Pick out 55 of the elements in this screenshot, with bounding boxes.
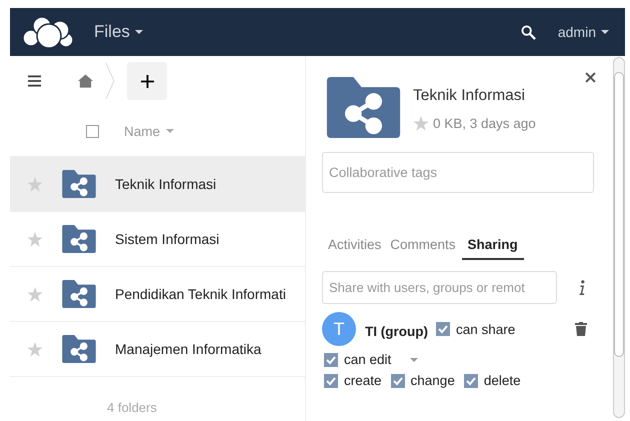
caret-icon[interactable] [410,358,418,362]
star-icon[interactable] [27,342,43,356]
star-icon[interactable] [27,232,43,246]
caret-icon [134,30,143,34]
folder-count: 4 folders [107,400,158,415]
shared-folder-icon [62,335,96,363]
file-title: Teknik Informasi [413,87,526,105]
file-name[interactable]: Manajemen Informatika [115,341,262,357]
shared-folder-icon [62,225,96,253]
app-menu[interactable]: Files [94,22,143,42]
select-all-checkbox[interactable] [86,124,99,138]
shared-folder-icon [62,280,96,308]
file-meta: 0 KB, 3 days ago [433,116,536,131]
shared-folder-icon [62,170,96,198]
tags-field[interactable]: Collaborative tags [322,152,594,193]
checkbox[interactable] [324,352,338,366]
permission-label: can edit [344,352,392,367]
file-row[interactable]: Manajemen Informatika [10,322,305,377]
permission-label: can share [456,322,516,336]
close-icon[interactable] [585,72,596,83]
star-icon[interactable] [27,176,43,192]
user-menu[interactable]: admin [558,24,609,40]
scrollbar[interactable] [613,57,625,418]
trash-icon[interactable] [575,322,587,336]
star-icon[interactable] [27,286,43,302]
checkbox[interactable] [390,374,405,388]
file-name[interactable]: Pendidikan Teknik Informati [115,286,286,302]
share-recipient: TI (group) [365,324,428,338]
permission-label: change [410,373,455,388]
home-icon[interactable] [78,74,93,88]
permission-label: create [344,373,382,388]
avatar: T [322,312,356,346]
tab[interactable]: Comments [387,235,459,260]
file-name[interactable]: Sistem Informasi [115,231,220,247]
file-name[interactable]: Teknik Informasi [115,176,216,192]
breadcrumb-separator [105,63,115,99]
plus-icon [140,74,154,88]
new-button[interactable] [127,62,167,100]
search-icon[interactable] [520,24,536,40]
checkbox[interactable] [324,374,338,388]
shared-folder-icon [326,77,401,138]
caret-icon [601,30,609,34]
file-row[interactable]: Teknik Informasi [10,157,305,212]
checkbox[interactable] [436,322,450,336]
tab[interactable]: Activities [325,235,384,260]
caret-icon [166,129,174,133]
file-row[interactable]: Sistem Informasi [10,212,305,267]
star-icon[interactable] [413,116,429,131]
tab[interactable]: Sharing [462,235,524,260]
checkbox[interactable] [464,374,478,388]
menu-icon[interactable] [28,75,41,87]
file-row[interactable]: Pendidikan Teknik Informati [10,267,305,322]
permission-label: delete [484,373,521,388]
info-icon[interactable] [579,280,585,296]
share-field[interactable]: Share with users, groups or remot [322,271,557,304]
